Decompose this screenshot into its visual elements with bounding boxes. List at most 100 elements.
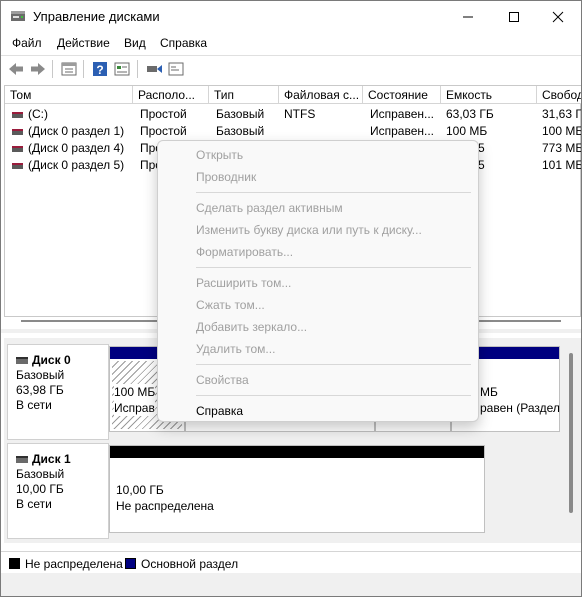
- table-row[interactable]: (C:) Простой Базовый NTFS Исправен... 63…: [5, 106, 582, 123]
- volume-cell: (Диск 0 раздел 4): [5, 140, 133, 157]
- minimize-button[interactable]: [445, 1, 491, 32]
- context-menu-separator: [196, 364, 471, 365]
- unallocated-partition-block[interactable]: 10,00 ГБ Не распределена: [109, 445, 485, 533]
- partition-info: МБ равен (Раздел: [480, 384, 560, 416]
- disk-management-app-icon: [11, 11, 25, 21]
- disk-state: В сети: [16, 497, 52, 511]
- context-menu-change-letter: Изменить букву диска или путь к диску...: [196, 223, 422, 237]
- volume-cell: (Диск 0 раздел 5): [5, 157, 133, 174]
- context-menu-delete: Удалить том...: [196, 342, 276, 356]
- toolbar: ?: [1, 55, 581, 81]
- forward-arrow-icon[interactable]: [29, 60, 47, 78]
- partition-status: Не распределена: [116, 499, 214, 513]
- layout-cell: Простой: [140, 124, 187, 138]
- legend-primary-swatch: [125, 558, 136, 569]
- legend-primary-label: Основной раздел: [141, 557, 239, 571]
- menu-view[interactable]: Вид: [124, 36, 146, 50]
- table-row[interactable]: (Диск 0 раздел 1) Простой Базовый Исправ…: [5, 123, 582, 140]
- legend-unallocated-label: Не распределена: [25, 557, 123, 571]
- free-cell: 100 МБ: [542, 124, 582, 138]
- unallocated-bar: [110, 446, 484, 458]
- context-menu-separator: [196, 192, 471, 193]
- type-cell: Базовый: [216, 107, 265, 121]
- volume-cell: (Диск 0 раздел 1): [5, 123, 133, 140]
- console-icon[interactable]: [167, 60, 185, 78]
- volume-list-header: Том Располо... Тип Файловая с... Состоян…: [5, 86, 581, 104]
- context-menu-open: Открыть: [196, 148, 244, 162]
- properties-icon[interactable]: [60, 60, 78, 78]
- disk-1-label[interactable]: Диск 1 Базовый 10,00 ГБ В сети: [7, 443, 109, 539]
- context-menu-separator: [196, 395, 471, 396]
- menu-action[interactable]: Действие: [57, 36, 110, 50]
- vertical-scrollbar[interactable]: [569, 353, 573, 513]
- toolbar-separator: [83, 60, 84, 78]
- context-menu-format: Форматировать...: [196, 245, 294, 259]
- context-menu-shrink: Сжать том...: [196, 298, 265, 312]
- volume-icon: [12, 128, 23, 135]
- partition-size: МБ: [480, 385, 498, 399]
- volume-icon: [12, 162, 23, 169]
- window-title: Управление дисками: [33, 9, 160, 24]
- disk-name: Диск 1: [32, 452, 71, 466]
- column-header-status[interactable]: Состояние: [363, 86, 441, 104]
- capacity-cell: 100 МБ: [446, 124, 488, 138]
- column-header-capacity[interactable]: Емкость: [441, 86, 537, 104]
- menu-bar: Файл Действие Вид Справка: [1, 32, 581, 54]
- disk-icon: [16, 456, 28, 464]
- type-cell: Базовый: [216, 124, 265, 138]
- column-header-layout[interactable]: Располо...: [133, 86, 209, 104]
- status-bar: [1, 573, 581, 596]
- menu-help[interactable]: Справка: [160, 36, 207, 50]
- status-cell: Исправен...: [370, 107, 435, 121]
- free-cell: 101 МБ: [542, 158, 582, 172]
- disk-icon: [16, 357, 28, 365]
- partition-size: 100 МБ: [114, 385, 156, 399]
- legend-unallocated-swatch: [9, 558, 20, 569]
- column-header-volume[interactable]: Том: [5, 86, 133, 104]
- context-menu-properties: Свойства: [196, 373, 249, 387]
- list-view-icon[interactable]: [113, 60, 131, 78]
- context-menu: Открыть Проводник Сделать раздел активны…: [157, 140, 479, 422]
- partition-status: равен (Раздел: [480, 401, 560, 415]
- status-cell: Исправен...: [370, 124, 435, 138]
- free-cell: 31,63 ГБ: [542, 107, 582, 121]
- disk-0-label[interactable]: Диск 0 Базовый 63,98 ГБ В сети: [7, 344, 109, 440]
- partition-size: 10,00 ГБ: [116, 483, 164, 497]
- column-header-type[interactable]: Тип: [209, 86, 279, 104]
- partition-info: 10,00 ГБ Не распределена: [116, 482, 214, 514]
- maximize-button[interactable]: [491, 1, 537, 32]
- column-header-filesystem[interactable]: Файловая с...: [279, 86, 363, 104]
- partition-status: Исправ: [114, 401, 155, 415]
- layout-cell: Простой: [140, 107, 187, 121]
- rescan-icon[interactable]: [145, 60, 163, 78]
- toolbar-separator: [137, 60, 138, 78]
- close-icon: [552, 11, 564, 22]
- disk-management-window: Управление дисками Файл Действие Вид Спр…: [0, 0, 582, 597]
- toolbar-separator: [52, 60, 53, 78]
- column-header-free[interactable]: Свобода: [537, 86, 581, 104]
- disk-type: Базовый: [16, 368, 65, 382]
- context-menu-add-mirror: Добавить зеркало...: [196, 320, 308, 334]
- filesystem-cell: [279, 123, 363, 140]
- disk-size: 63,98 ГБ: [16, 383, 64, 397]
- minimize-icon: [463, 16, 473, 17]
- disk-type: Базовый: [16, 467, 65, 481]
- disk-state: В сети: [16, 398, 52, 412]
- close-button[interactable]: [535, 1, 581, 32]
- back-arrow-icon[interactable]: [7, 60, 25, 78]
- context-menu-help[interactable]: Справка: [196, 404, 243, 418]
- filesystem-cell: NTFS: [284, 107, 316, 121]
- capacity-cell: 63,03 ГБ: [446, 107, 494, 121]
- partition-info: 100 МБ Исправ: [114, 384, 156, 416]
- context-menu-mark-active: Сделать раздел активным: [196, 201, 343, 215]
- volume-name: (Диск 0 раздел 1): [28, 124, 125, 138]
- menu-file[interactable]: Файл: [12, 36, 42, 50]
- volume-cell: (C:): [5, 106, 133, 123]
- context-menu-extend: Расширить том...: [196, 276, 292, 290]
- volume-name: (C:): [28, 107, 48, 121]
- help-icon[interactable]: ?: [91, 60, 109, 78]
- volume-icon: [12, 111, 23, 118]
- title-bar[interactable]: Управление дисками: [1, 1, 581, 32]
- context-menu-separator: [196, 267, 471, 268]
- svg-text:?: ?: [96, 63, 103, 77]
